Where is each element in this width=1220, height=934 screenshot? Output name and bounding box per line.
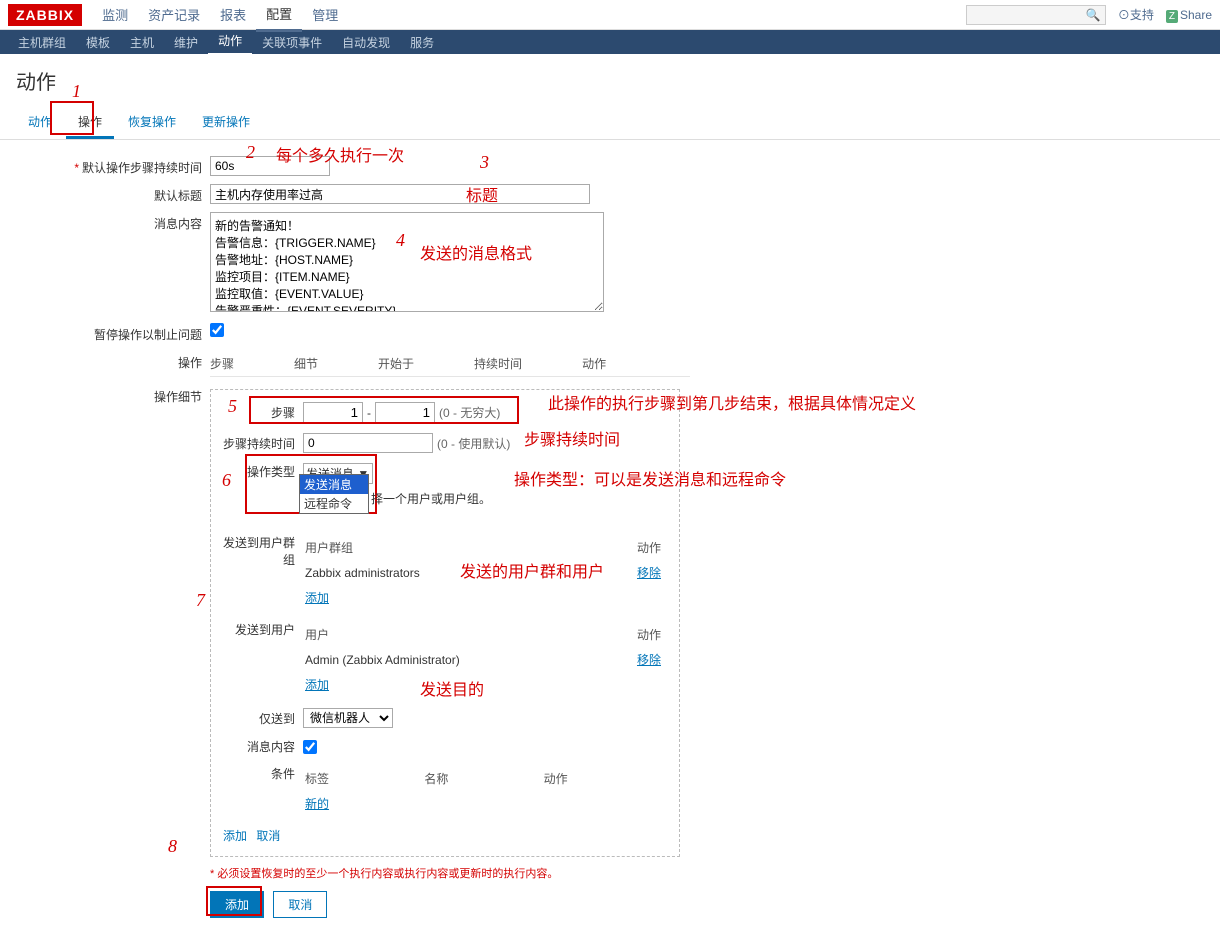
nav-config[interactable]: 配置 [256, 0, 302, 32]
sendto-label: 仅送到 [223, 710, 303, 727]
message-textarea[interactable] [210, 212, 604, 312]
pause-checkbox[interactable] [210, 323, 224, 337]
optype-dropdown: 发送消息 远程命令 [299, 474, 369, 514]
user-add-link[interactable]: 添加 [305, 678, 329, 692]
add-button[interactable]: 添加 [210, 891, 264, 918]
dur-hint: (0 - 使用默认) [437, 435, 510, 452]
cond-label: 条件 [223, 765, 303, 782]
dur-label: 步骤持续时间 [223, 435, 303, 452]
subnav-correlation[interactable]: 关联项事件 [252, 30, 332, 55]
subnav-templates[interactable]: 模板 [76, 30, 120, 55]
share-link[interactable]: ZShare [1166, 8, 1212, 22]
tab-action[interactable]: 动作 [16, 107, 64, 139]
tab-operations[interactable]: 操作 [66, 107, 114, 139]
warning-text: * 必须设置恢复时的至少一个执行内容或执行内容或更新时的执行内容。 [210, 865, 1204, 881]
msgcontent-checkbox[interactable] [303, 740, 317, 754]
ug-col-group: 用户群组 [305, 536, 598, 559]
subject-input[interactable] [210, 184, 590, 204]
sub-nav: 主机群组 模板 主机 维护 动作 关联项事件 自动发现 服务 [0, 30, 1220, 54]
step-duration-input[interactable] [210, 156, 330, 176]
tab-update[interactable]: 更新操作 [190, 107, 262, 139]
tab-recovery[interactable]: 恢复操作 [116, 107, 188, 139]
operation-detail-box: 步骤 - (0 - 无穷大) 步骤持续时间 (0 - 使用默认) 操作类型 发送… [210, 389, 680, 857]
top-bar: ZABBIX 监测 资产记录 报表 配置 管理 🔍 ⊙支持 ZShare [0, 0, 1220, 30]
step-label: 步骤 [223, 404, 303, 421]
msgcontent-label: 消息内容 [223, 738, 303, 755]
detail-add-link[interactable]: 添加 [223, 829, 247, 843]
detail-cancel-link[interactable]: 取消 [256, 829, 280, 843]
cond-new-link[interactable]: 新的 [305, 797, 329, 811]
step-to-input[interactable] [375, 402, 435, 423]
optype-label: 操作类型 [223, 463, 303, 480]
subnav-services[interactable]: 服务 [400, 30, 444, 55]
tabs: 动作 操作 恢复操作 更新操作 [0, 107, 1220, 140]
ug-col-action: 动作 [600, 536, 661, 559]
pause-label: 暂停操作以制止问题 [0, 323, 210, 343]
ops-col-start: 开始于 [378, 355, 414, 372]
step-from-input[interactable] [303, 402, 363, 423]
ops-col-action: 动作 [582, 355, 606, 372]
logo: ZABBIX [8, 4, 82, 26]
sendto-select[interactable]: 微信机器人 [303, 708, 393, 728]
optype-hint: 择一个用户或用户组。 [371, 490, 491, 507]
subnav-actions[interactable]: 动作 [208, 28, 252, 56]
user-col-action: 动作 [613, 623, 661, 646]
usergroup-label: 发送到用户群组 [223, 534, 303, 568]
ops-col-step: 步骤 [210, 355, 234, 372]
dur-input[interactable] [303, 433, 433, 453]
ug-remove-link[interactable]: 移除 [637, 566, 661, 580]
nav-monitor[interactable]: 监测 [92, 0, 138, 30]
subnav-maintenance[interactable]: 维护 [164, 30, 208, 55]
user-col-user: 用户 [305, 623, 611, 646]
cond-col-name: 名称 [424, 767, 541, 790]
nav-reports[interactable]: 报表 [210, 0, 256, 30]
nav-admin[interactable]: 管理 [302, 0, 348, 30]
detail-label: 操作细节 [0, 385, 210, 405]
support-link[interactable]: ⊙支持 [1118, 6, 1154, 23]
ops-col-duration: 持续时间 [474, 355, 522, 372]
search-icon: 🔍 [1086, 8, 1101, 22]
ops-header: 步骤 细节 开始于 持续时间 动作 [210, 351, 690, 377]
nav-inventory[interactable]: 资产记录 [138, 0, 210, 30]
ops-col-detail: 细节 [294, 355, 318, 372]
user-row-value: Admin (Zabbix Administrator) [305, 648, 611, 671]
optype-opt-send[interactable]: 发送消息 [300, 475, 368, 494]
cond-col-tag: 标签 [305, 767, 422, 790]
step-hint: (0 - 无穷大) [439, 404, 500, 421]
subnav-hostgroups[interactable]: 主机群组 [8, 30, 76, 55]
page-title: 动作 [0, 54, 1220, 107]
user-label: 发送到用户 [223, 621, 303, 638]
ug-row-value: Zabbix administrators [305, 561, 598, 584]
message-label: 消息内容 [0, 212, 210, 232]
ug-add-link[interactable]: 添加 [305, 591, 329, 605]
step-duration-label: *默认操作步骤持续时间 [0, 156, 210, 176]
ops-label: 操作 [0, 351, 210, 371]
cancel-button[interactable]: 取消 [273, 891, 327, 918]
form: *默认操作步骤持续时间 默认标题 消息内容 暂停操作以制止问题 操作 步骤 细节… [0, 140, 1220, 934]
subnav-discovery[interactable]: 自动发现 [332, 30, 400, 55]
search-input[interactable]: 🔍 [966, 5, 1106, 25]
cond-col-action: 动作 [544, 767, 661, 790]
subject-label: 默认标题 [0, 184, 210, 204]
optype-opt-remote[interactable]: 远程命令 [300, 494, 368, 513]
user-remove-link[interactable]: 移除 [637, 653, 661, 667]
subnav-hosts[interactable]: 主机 [120, 30, 164, 55]
